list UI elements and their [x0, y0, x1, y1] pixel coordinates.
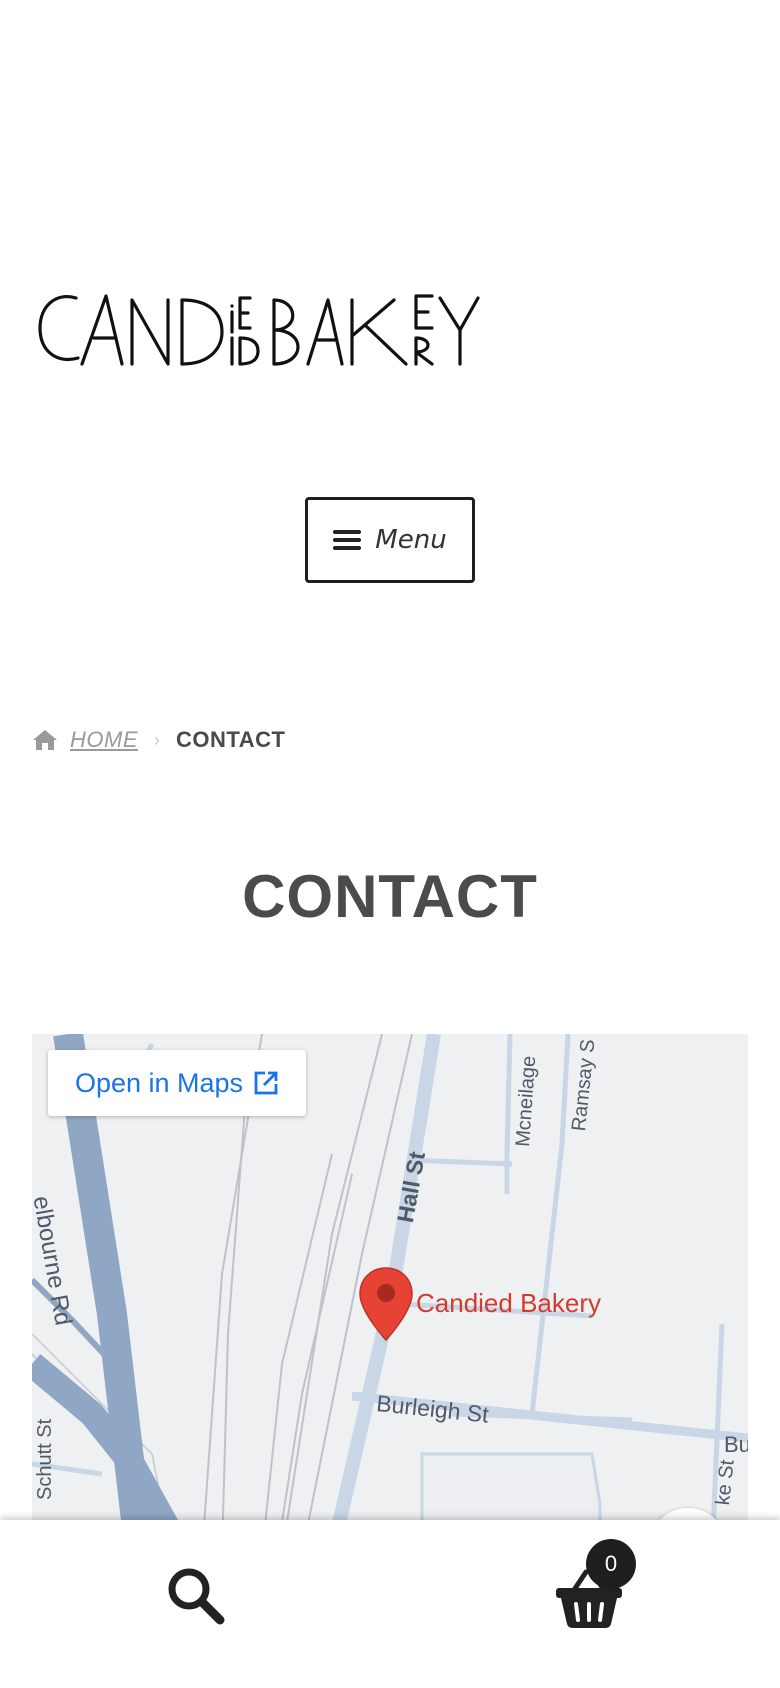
open-in-maps-button[interactable]: Open in Maps: [48, 1050, 306, 1116]
map-street-label: Bu: [724, 1432, 748, 1457]
logo-graphic: [38, 294, 480, 366]
breadcrumb-home-link[interactable]: HOME: [70, 727, 138, 753]
breadcrumb-separator: ›: [154, 729, 160, 750]
hamburger-icon: [333, 530, 362, 550]
breadcrumb: HOME › CONTACT: [32, 724, 285, 756]
menu-button[interactable]: Menu: [305, 497, 475, 583]
open-in-maps-label: Open in Maps: [74, 1067, 244, 1098]
google-map-embed[interactable]: Open in Maps elbourne Rd Hall St Mcneila…: [32, 1034, 748, 1554]
search-icon[interactable]: [164, 1564, 226, 1626]
menu-button-label: Menu: [375, 525, 447, 555]
cart-count-badge: 0: [586, 1539, 636, 1589]
home-icon[interactable]: [32, 729, 58, 751]
site-logo[interactable]: [36, 282, 506, 372]
map-street-label: Schutt St: [34, 1418, 56, 1500]
external-link-icon: [254, 1071, 278, 1095]
map-street-label: ke St: [712, 1458, 739, 1507]
location-pin-icon[interactable]: [358, 1266, 414, 1342]
breadcrumb-current: CONTACT: [176, 727, 286, 752]
page-title: CONTACT: [242, 863, 538, 930]
mobile-footer-bar: 0: [0, 1520, 780, 1688]
map-place-label[interactable]: Candied Bakery: [416, 1288, 601, 1319]
